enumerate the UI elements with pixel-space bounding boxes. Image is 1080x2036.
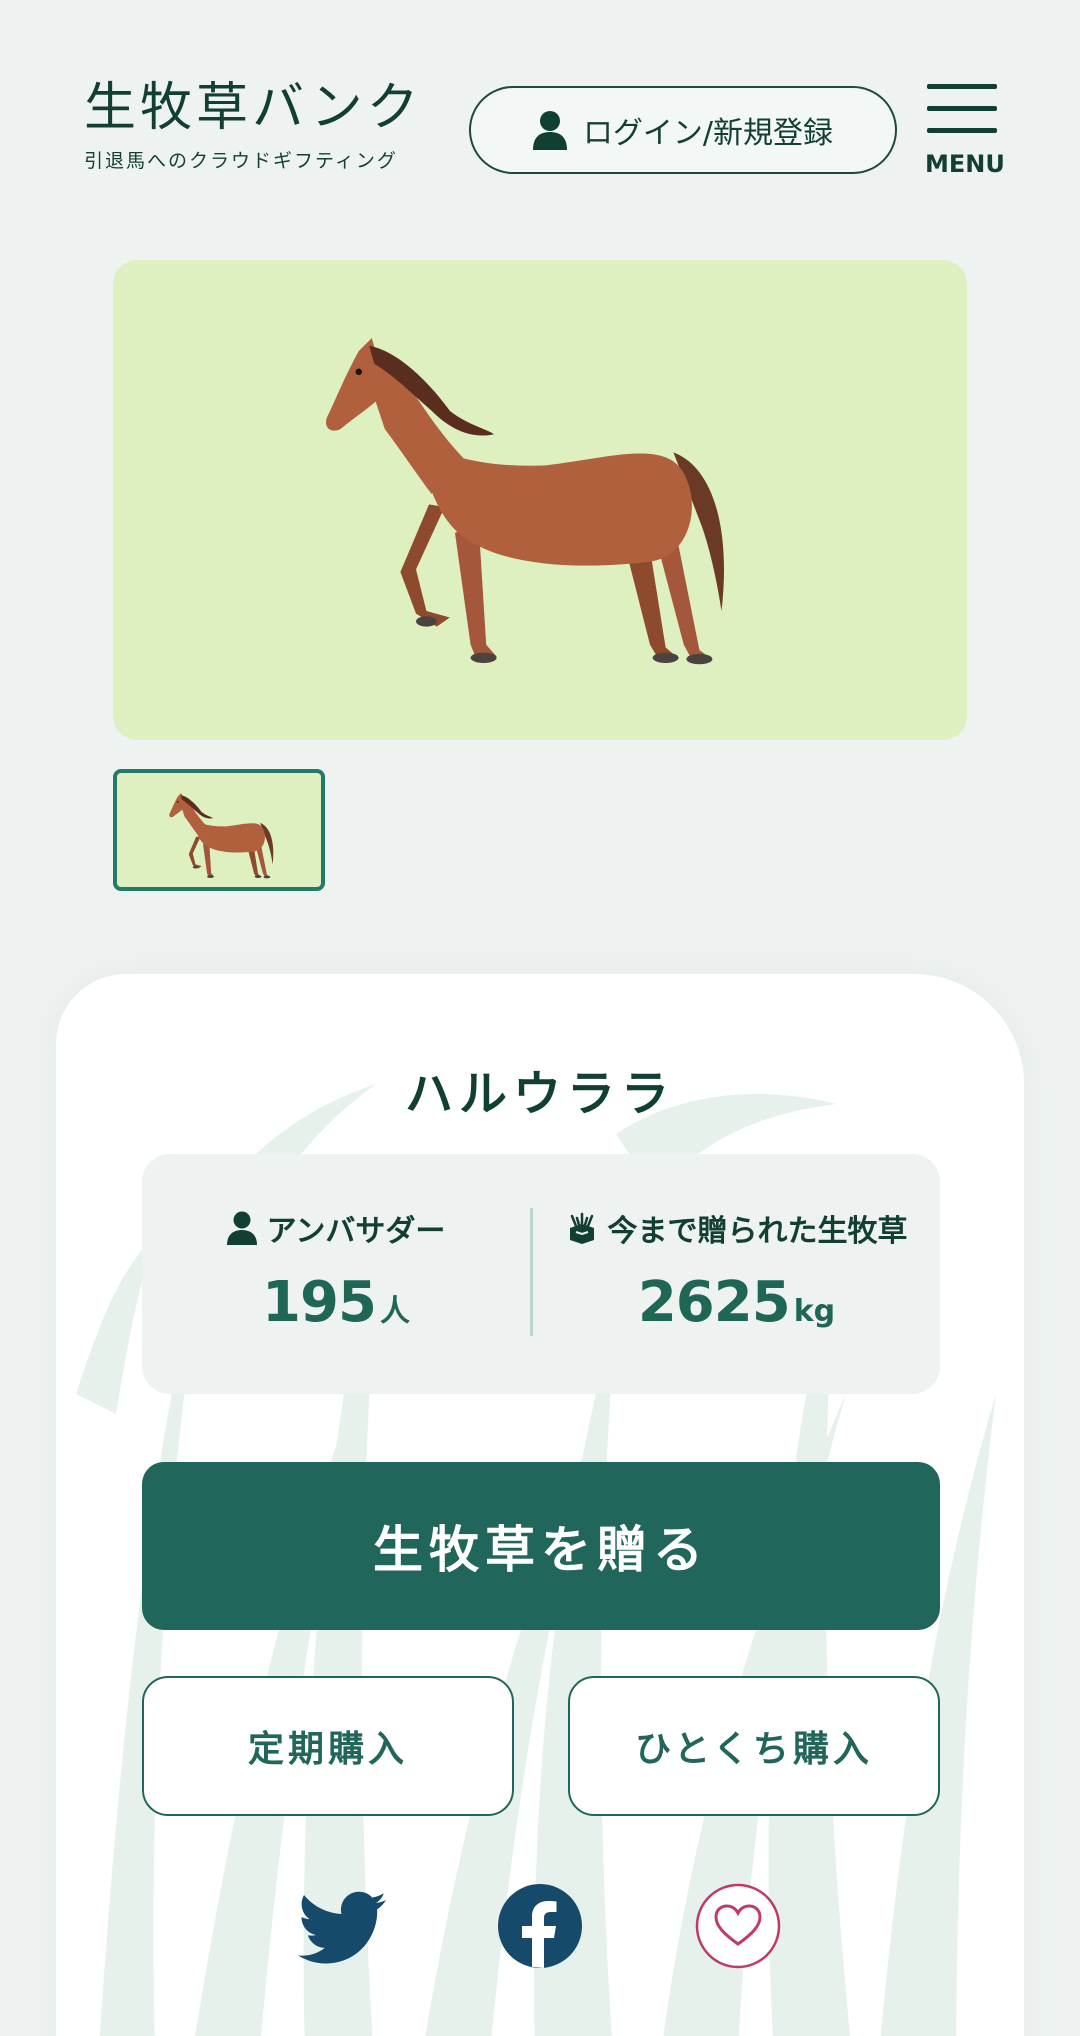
gift-grass-button[interactable]: 生牧草を贈る [142,1462,940,1630]
single-purchase-button[interactable]: ひとくち購入 [568,1676,940,1816]
ambassador-label: アンバサダー [266,1214,446,1249]
horse-detail-card: ハルウララ アンバサダー 195 人 今まで贈られた生牧草 2625 kg 生牧… [56,974,1024,2036]
horse-thumbnail[interactable] [113,769,325,891]
site-header: 生牧草バンク 引退馬へのクラウドギフティング ログイン/新規登録 MENU [0,0,1080,200]
horse-thumbnail-image [169,793,274,879]
ambassador-count: 195 [262,1270,377,1335]
gifted-grass-amount: 2625 [637,1270,791,1335]
gifted-grass-stat: 今まで贈られた生牧草 2625 kg [533,1206,940,1346]
horse-main-image[interactable] [113,260,967,740]
logo-subtitle: 引退馬へのクラウドギフティング [84,150,398,172]
ambassador-stat: アンバサダー 195 人 [142,1206,530,1346]
login-register-label: ログイン/新規登録 [582,116,834,151]
site-logo[interactable]: 生牧草バンク 引退馬へのクラウドギフティング [84,78,423,173]
user-icon [532,111,567,150]
logo-title: 生牧草バンク [84,78,423,138]
stats-panel: アンバサダー 195 人 今まで贈られた生牧草 2625 kg [142,1154,940,1394]
menu-button[interactable]: MENU [925,84,1005,180]
horse-name: ハルウララ [404,1066,675,1122]
login-register-button[interactable]: ログイン/新規登録 [469,86,897,174]
gifted-grass-label: 今まで贈られた生牧草 [607,1214,908,1249]
horse-image [325,338,725,665]
hamburger-icon [927,84,997,89]
gifted-grass-unit: kg [793,1294,836,1329]
menu-label: MENU [925,150,1005,178]
facebook-icon[interactable] [496,1882,584,1970]
favorite-heart-icon[interactable] [694,1882,782,1970]
subscription-purchase-button[interactable]: 定期購入 [142,1676,514,1816]
person-icon [226,1211,257,1245]
grass-box-icon [569,1212,594,1244]
twitter-icon[interactable] [298,1882,386,1970]
ambassador-unit: 人 [379,1294,410,1329]
